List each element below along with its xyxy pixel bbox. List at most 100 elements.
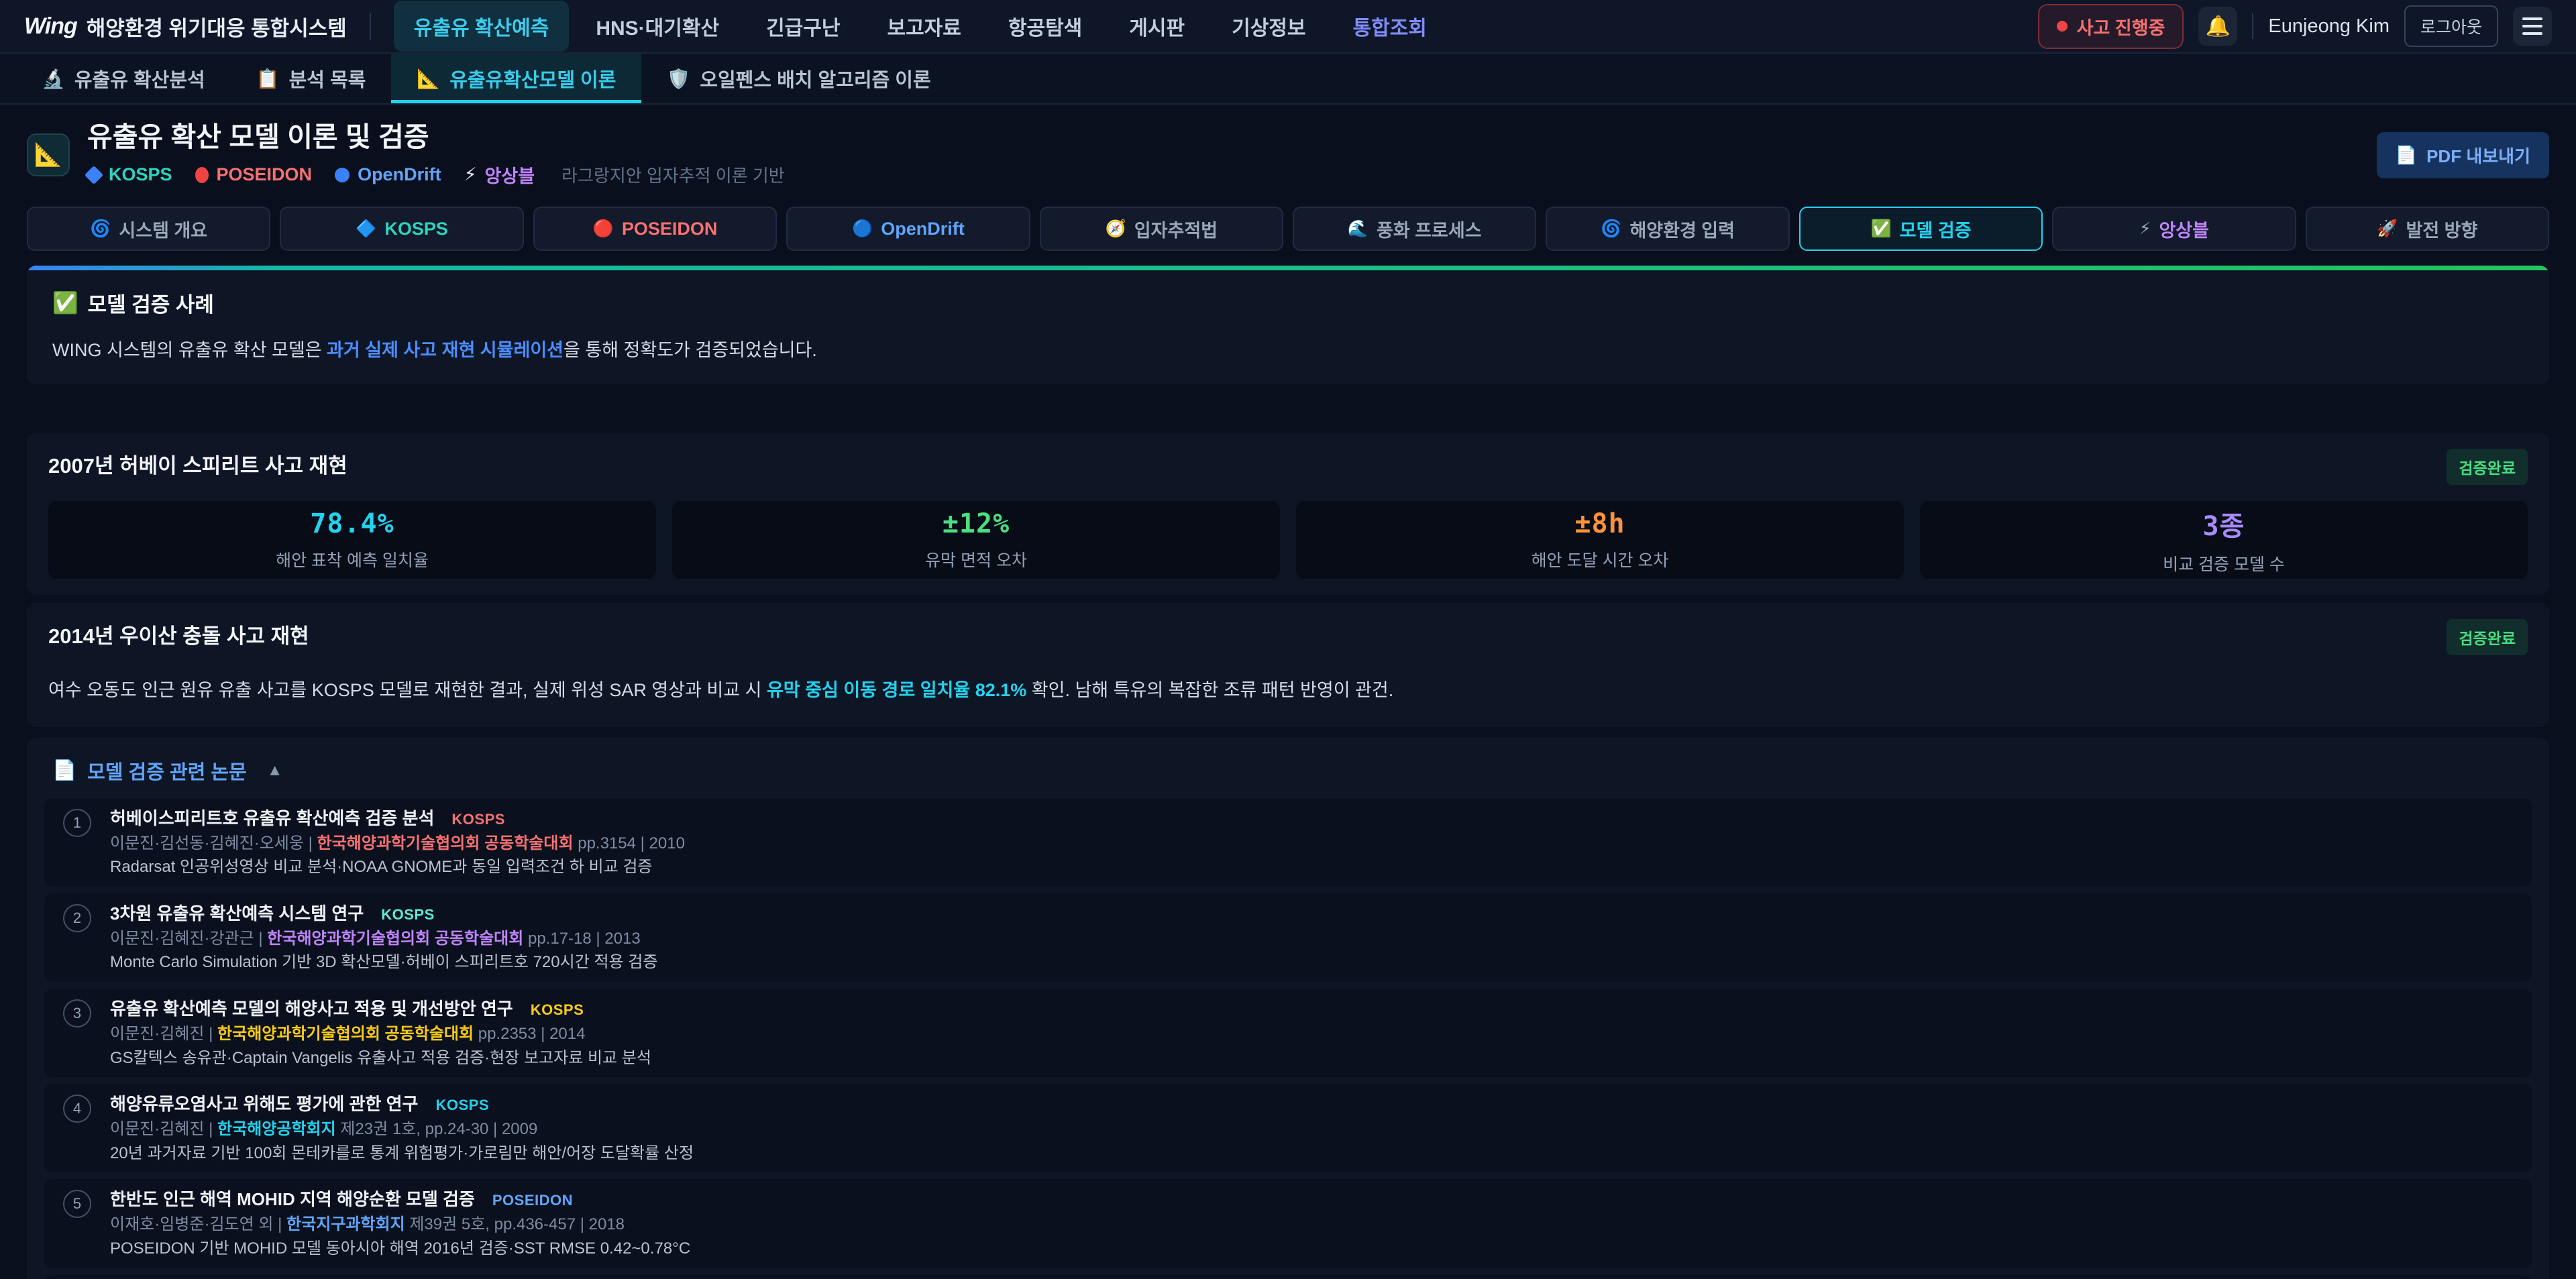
paper-title: 허베이스피리트호 유출유 확산예측 검증 분석	[110, 808, 434, 830]
paper-number: 5	[63, 1190, 91, 1218]
paper-title: 유출유 확산예측 모델의 해양사고 적용 및 개선방안 연구	[110, 998, 513, 1020]
tab-particle-tracking[interactable]: 🧭 입자추적법	[1040, 207, 1283, 251]
vertical-divider	[2252, 13, 2253, 39]
bell-icon: 🔔	[2206, 15, 2231, 38]
tab-opendrift[interactable]: 🔵 OpenDrift	[786, 207, 1030, 251]
paper-row-4[interactable]: 4 해양유류오염사고 위해도 평가에 관한 연구 KOSPS 이문진·김혜진 |…	[44, 1084, 2532, 1172]
stat-model-count: 3종 비교 검증 모델 수	[1920, 501, 2528, 579]
top-navbar: Wing 해양환경 위기대응 통합시스템 유출유 확산예측 HNS·대기확산 긴…	[0, 0, 2576, 54]
hebei-stats-row: 78.4% 해안 표착 예측 일치율 ±12% 유막 면적 오차 ±8h 해안 …	[48, 501, 2528, 579]
document-icon: 📄	[52, 759, 76, 782]
subtab-label: 오일펜스 배치 알고리즘 이론	[700, 64, 930, 93]
model-badge: KOSPS	[381, 906, 435, 924]
triangular-ruler-icon: 📐	[34, 142, 62, 168]
nav-tab-weather-info[interactable]: 기상정보	[1212, 1, 1326, 52]
paper-row-5[interactable]: 5 한반도 인근 해역 MOHID 지역 해양순환 모델 검증 POSEIDON…	[44, 1179, 2532, 1268]
intro-title: ✅ 모델 검증 사례	[52, 288, 2524, 318]
nav-tab-emergency-rescue[interactable]: 긴급구난	[746, 1, 860, 52]
blue-circle-icon	[335, 168, 350, 182]
subtab-analysis-list[interactable]: 📋 분석 목록	[231, 54, 392, 103]
paper-row-1[interactable]: 1 허베이스피리트호 유출유 확산예측 검증 분석 KOSPS 이문진·김선동·…	[44, 798, 2532, 887]
tab-ensemble[interactable]: ⚡ 앙상블	[2052, 207, 2296, 251]
incident-status-label: 사고 진행중	[2077, 13, 2165, 40]
nav-tab-hns[interactable]: HNS·대기확산	[576, 1, 739, 52]
paper-row-6[interactable]: 6 원격탐사 기반의 유출유 확산예측 및 해양오염 방제 지원 POSEIDO…	[44, 1275, 2532, 1279]
lightning-icon: ⚡	[464, 164, 477, 185]
paper-meta: 이문진·김선동·김혜진·오세웅 | 한국해양과학기술협의회 공동학술대회 pp.…	[110, 834, 685, 854]
subtab-label: 유출유 확산분석	[74, 64, 205, 93]
blue-circle-icon: 🔵	[852, 219, 873, 239]
subtab-diffusion-model-theory[interactable]: 📐 유출유확산모델 이론	[391, 54, 641, 103]
tab-future-direction[interactable]: 🚀 발전 방향	[2306, 207, 2549, 251]
incident-dot-icon	[2057, 21, 2068, 32]
tab-weathering-process[interactable]: 🌊 풍화 프로세스	[1293, 207, 1536, 251]
stat-shore-match: 78.4% 해안 표착 예측 일치율	[48, 501, 656, 579]
shield-icon: 🛡️	[667, 68, 690, 90]
pdf-export-button[interactable]: 📄 PDF 내보내기	[2377, 132, 2549, 178]
paper-meta: 이문진·김혜진 | 한국해양과학기술협의회 공동학술대회 pp.2353 | 2…	[110, 1025, 651, 1044]
paper-meta: 이재호·임병준·김도연 외 | 한국지구과학회지 제39권 5호, pp.436…	[110, 1215, 690, 1235]
clipboard-icon: 📋	[256, 68, 280, 90]
incident-status-badge[interactable]: 사고 진행중	[2038, 4, 2184, 49]
nav-tab-board[interactable]: 게시판	[1109, 1, 1205, 52]
validation-intro-card: ✅ 모델 검증 사례 WING 시스템의 유출유 확산 모델은 과거 실제 사고…	[27, 266, 2549, 384]
page-icon-box: 📐	[27, 133, 70, 176]
paper-description: Monte Carlo Simulation 기반 3D 확산모델·허베이 스피…	[110, 953, 657, 972]
nav-tab-reports[interactable]: 보고자료	[867, 1, 981, 52]
page-header: 📐 유출유 확산 모델 이론 및 검증 KOSPS POSEIDON Ope	[27, 122, 2549, 188]
verified-badge: 검증완료	[2447, 449, 2528, 485]
sub-navbar: 🔬 유출유 확산분석 📋 분석 목록 📐 유출유확산모델 이론 🛡️ 오일펜스 …	[0, 54, 2576, 105]
paper-description: 20년 과거자료 기반 100회 몬테카를로 통계 위험평가·가로림만 해안/어…	[110, 1144, 694, 1164]
model-badge: KOSPS	[435, 1097, 489, 1114]
subtab-diffusion-analysis[interactable]: 🔬 유출유 확산분석	[16, 54, 231, 103]
stat-slick-area-error: ±12% 유막 면적 오차	[672, 501, 1280, 579]
journal-name: 한국해양과학기술협의회 공동학술대회	[317, 834, 574, 852]
subtab-oil-fence-algorithm-theory[interactable]: 🛡️ 오일펜스 배치 알고리즘 이론	[641, 54, 956, 103]
paper-title: 3차원 유출유 확산예측 시스템 연구	[110, 903, 364, 925]
verified-badge: 검증완료	[2447, 619, 2528, 655]
paper-description: POSEIDON 기반 MOHID 모델 동아시아 해역 2016년 검증·SS…	[110, 1239, 690, 1259]
intro-text: WING 시스템의 유출유 확산 모델은 과거 실제 사고 재현 시뮬레이션을 …	[52, 335, 2524, 362]
blue-diamond-icon	[85, 165, 103, 184]
tab-poseidon[interactable]: 🔴 POSEIDON	[533, 207, 777, 251]
tab-system-overview[interactable]: 🌀 시스템 개요	[27, 207, 270, 251]
subtab-label: 유출유확산모델 이론	[449, 64, 616, 93]
paper-row-2[interactable]: 2 3차원 유출유 확산예측 시스템 연구 KOSPS 이문진·김혜진·강관근 …	[44, 893, 2532, 982]
nav-tab-aerial-search[interactable]: 항공탐색	[988, 1, 1102, 52]
rocket-icon: 🚀	[2377, 219, 2398, 239]
gradient-top-border	[27, 266, 2549, 270]
papers-list: 1 허베이스피리트호 유출유 확산예측 검증 분석 KOSPS 이문진·김선동·…	[44, 798, 2532, 1279]
paper-description: GS칼텍스 송유관·Captain Vangelis 유출사고 적용 검증·현장…	[110, 1049, 651, 1068]
badge-kosps: KOSPS	[87, 164, 172, 185]
tab-kosps[interactable]: 🔷 KOSPS	[280, 207, 523, 251]
logout-button[interactable]: 로그아웃	[2404, 5, 2498, 47]
paper-number: 1	[63, 809, 91, 837]
tab-ocean-env-input[interactable]: 🌀 해양환경 입력	[1546, 207, 1789, 251]
badge-poseidon: POSEIDON	[195, 164, 313, 185]
brand-logo: Wing	[24, 13, 77, 40]
nav-tab-oil-spill-forecast[interactable]: 유출유 확산예측	[394, 1, 570, 52]
paper-description: Radarsat 인공위성영상 비교 분석·NOAA GNOME과 동일 입력조…	[110, 858, 685, 877]
paper-number: 2	[63, 904, 91, 932]
notifications-button[interactable]: 🔔	[2198, 7, 2237, 46]
wuisan-case-card: 2014년 우이산 충돌 사고 재현 검증완료 여수 오동도 인근 원유 유출 …	[27, 603, 2549, 727]
stat-arrival-time-error: ±8h 해안 도달 시간 오차	[1296, 501, 1904, 579]
journal-name: 한국해양과학기술협의회 공동학술대회	[217, 1025, 474, 1043]
case-title: 2007년 허베이 스피리트 사고 재현	[48, 449, 347, 479]
page-header-text: 유출유 확산 모델 이론 및 검증 KOSPS POSEIDON OpenDri…	[87, 122, 785, 188]
page-title: 유출유 확산 모델 이론 및 검증	[87, 122, 785, 152]
red-circle-icon	[195, 167, 209, 183]
topnav-right: 사고 진행중 🔔 Eunjeong Kim 로그아웃	[2038, 4, 2552, 49]
user-name: Eunjeong Kim	[2268, 15, 2390, 38]
tab-model-validation[interactable]: ✅ 모델 검증	[1799, 207, 2043, 251]
papers-header-toggle[interactable]: 📄 모델 검증 관련 논문 ▲	[44, 754, 2532, 798]
hamburger-menu-button[interactable]	[2513, 7, 2552, 46]
brand: Wing 해양환경 위기대응 통합시스템	[24, 11, 347, 42]
nav-tab-integrated-search[interactable]: 통합조회	[1333, 1, 1447, 52]
cyclone-icon: 🌀	[1601, 219, 1621, 239]
check-icon: ✅	[52, 290, 78, 315]
paper-meta: 이문진·김혜진 | 한국해양공학회지 제23권 1호, pp.24-30 | 2…	[110, 1120, 694, 1139]
paper-row-3[interactable]: 3 유출유 확산예측 모델의 해양사고 적용 및 개선방안 연구 KOSPS 이…	[44, 989, 2532, 1077]
paper-number: 4	[63, 1095, 91, 1123]
simulation-link[interactable]: 과거 실제 사고 재현 시뮬레이션	[327, 340, 564, 360]
